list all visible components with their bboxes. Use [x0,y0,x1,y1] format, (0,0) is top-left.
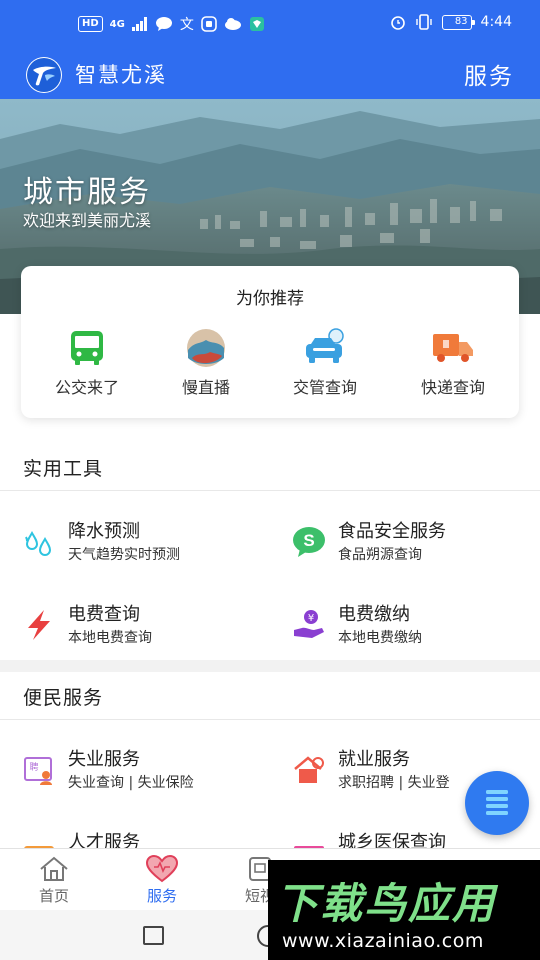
heart-icon [127,855,197,883]
service-title: 就业服务 [338,749,410,770]
tab-label: 服务 [146,887,177,905]
translate-icon: 文 [179,17,194,33]
service-desc: 失业查询 | 失业保险 [68,775,194,791]
recommend-label: 慢直播 [181,378,230,397]
delivery-truck-icon [431,328,475,368]
service-title: 失业服务 [68,749,140,770]
battery-icon: 83 [441,14,475,30]
tool-food-safety[interactable]: S 食品安全服务 食品朔源查询 [292,517,540,577]
food-safety-icon: S [292,525,326,559]
house-search-icon [292,753,326,787]
recommend-label: 交管查询 [292,378,357,397]
recommend-card: 为你推荐 公交来了 慢直播 交管查询 快递查询 [21,266,519,418]
recommend-item-live[interactable]: 慢直播 [151,328,261,398]
watermark-brand: 下载鸟应用 [276,879,497,928]
network-label: 4G [109,18,125,30]
tool-desc: 本地电费缴纳 [338,630,422,646]
live-stream-icon [184,328,228,368]
tool-title: 电费查询 [68,604,140,625]
svg-text:聘: 聘 [29,761,38,773]
tool-title: 降水预测 [68,521,140,542]
app-name: 智慧尤溪 [75,63,167,87]
tab-services[interactable]: 服务 [127,855,197,906]
svg-text:S: S [303,531,314,550]
tool-electricity-payment[interactable]: ¥ 电费缴纳 本地电费缴纳 [292,600,540,660]
tab-home[interactable]: 首页 [19,855,89,906]
watermark: 下载鸟应用 www.xiazainiao.com [268,860,540,960]
cloud-icon [224,18,241,30]
recommend-label: 快递查询 [420,378,485,397]
app-logo-icon [26,57,62,93]
payment-hand-icon: ¥ [292,608,326,642]
shield-icon [249,17,264,31]
service-desc: 求职招聘 | 失业登 [338,775,450,791]
section-gap [0,660,540,672]
recommend-item-delivery[interactable]: 快递查询 [398,328,508,398]
job-board-icon: 聘 [22,753,56,787]
tool-title: 食品安全服务 [338,521,446,542]
traffic-car-icon [303,328,347,368]
banner-subtitle: 欢迎来到美丽尤溪 [23,211,152,230]
divider [0,719,540,720]
recent-apps-button[interactable] [143,926,164,945]
svg-text:¥: ¥ [308,613,314,624]
rain-drops-icon [22,525,56,559]
vibrate-icon [415,14,432,30]
service-unemployment[interactable]: 聘 失业服务 失业查询 | 失业保险 [22,745,272,805]
watermark-url: www.xiazainiao.com [282,930,484,952]
home-icon [19,855,89,883]
signal-icon [131,17,147,31]
hand-icon [201,16,217,32]
lightning-icon [22,608,56,642]
tools-section-title: 实用工具 [23,458,104,480]
recommend-item-traffic[interactable]: 交管查询 [270,328,380,398]
clock: 4:44 [480,14,512,30]
bus-icon [65,328,109,368]
status-left-icons: HD 4G 文 [78,14,265,34]
chat-icon [155,17,172,31]
floating-menu-button[interactable] [465,771,529,835]
recommend-item-bus[interactable]: 公交来了 [32,328,142,398]
page-title: 服务 [464,64,514,90]
recommend-title: 为你推荐 [236,289,304,309]
tool-desc: 天气趋势实时预测 [68,547,180,563]
tool-desc: 本地电费查询 [68,630,152,646]
recommend-label: 公交来了 [54,378,119,397]
tab-label: 首页 [38,887,69,905]
status-right-icons: 83 4:44 [390,14,512,30]
menu-list-icon [486,790,508,815]
services-section-title: 便民服务 [23,687,104,709]
hd-badge: HD [78,16,103,32]
alarm-icon [390,16,405,30]
status-bar: HD 4G 文 83 4:44 [0,0,540,52]
tool-electricity-query[interactable]: 电费查询 本地电费查询 [22,600,272,660]
tool-title: 电费缴纳 [338,604,410,625]
tool-desc: 食品朔源查询 [338,547,422,563]
divider [0,490,540,491]
tool-rain-forecast[interactable]: 降水预测 天气趋势实时预测 [22,517,272,577]
app-header: 智慧尤溪 服务 [0,52,540,99]
banner-title: 城市服务 [23,175,151,210]
